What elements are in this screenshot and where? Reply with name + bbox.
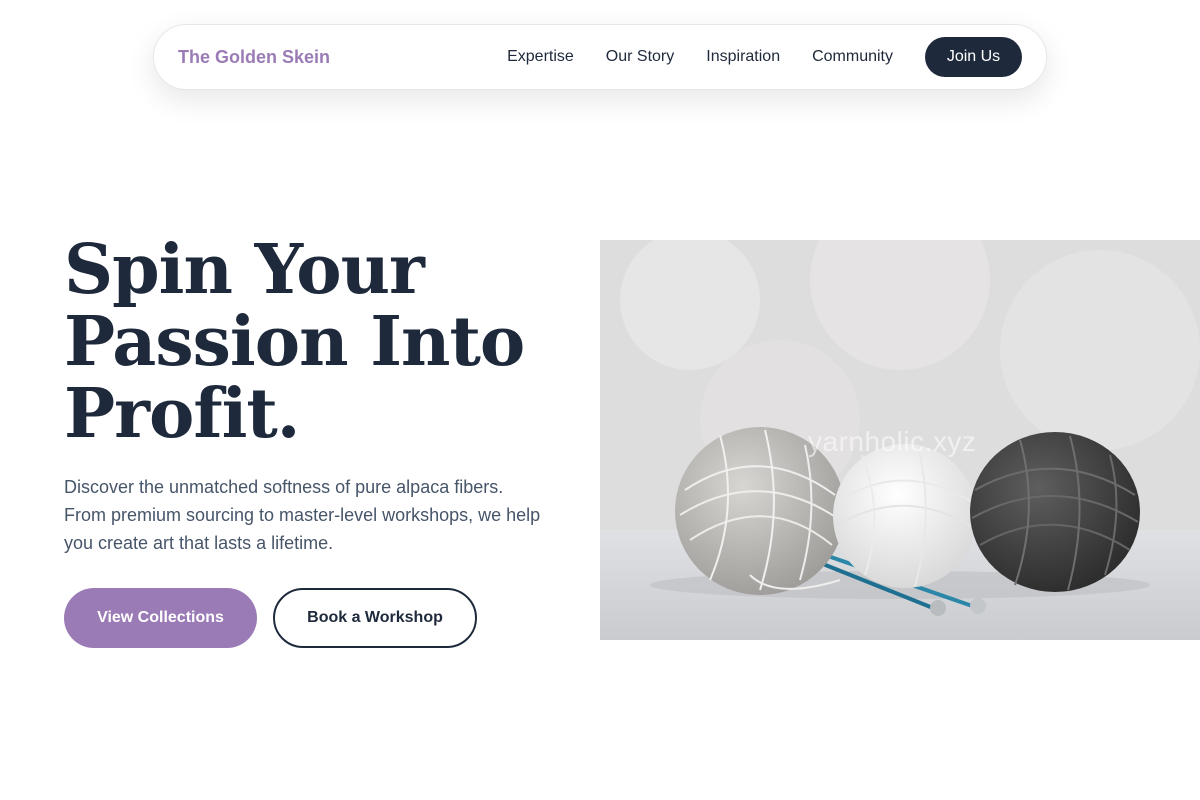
nav-link-expertise[interactable]: Expertise [507,48,574,66]
hero-title-line-2: Passion Into [64,302,525,382]
hero-title: Spin Your Passion Into Profit. [64,234,584,450]
join-us-button[interactable]: Join Us [925,37,1022,77]
nav-link-inspiration[interactable]: Inspiration [706,48,780,66]
nav-link-community[interactable]: Community [812,48,893,66]
view-collections-button[interactable]: View Collections [64,588,257,648]
brand-logo[interactable]: The Golden Skein [178,47,330,68]
nav-links: Expertise Our Story Inspiration Communit… [507,37,1022,77]
navbar: The Golden Skein Expertise Our Story Ins… [153,24,1047,90]
book-workshop-button[interactable]: Book a Workshop [273,588,477,648]
hero-description: Discover the unmatched softness of pure … [64,477,541,553]
white-yarn-ball [833,444,977,588]
hero-title-line-3: Profit. [64,374,300,454]
hero-title-line-1: Spin Your [64,230,425,310]
nav-link-our-story[interactable]: Our Story [606,48,674,66]
dark-yarn-ball [970,432,1140,592]
hero-image: yarnholic.xyz [600,240,1200,640]
image-watermark: yarnholic.xyz [808,426,977,457]
